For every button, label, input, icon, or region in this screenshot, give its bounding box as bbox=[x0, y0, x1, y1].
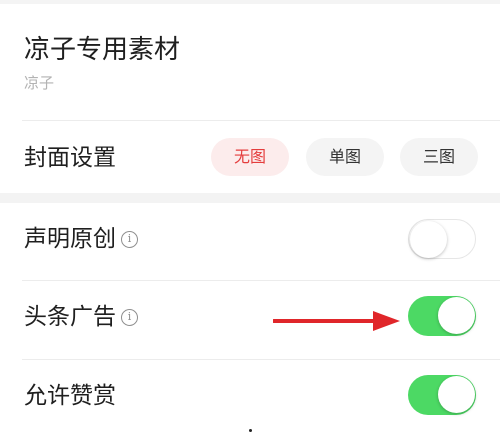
bottom-dot bbox=[249, 429, 252, 432]
setting-label-headline-ads: 头条广告 bbox=[24, 304, 116, 330]
cover-settings-label: 封面设置 bbox=[24, 145, 116, 171]
red-arrow-icon bbox=[273, 311, 400, 331]
section-gap bbox=[0, 193, 500, 203]
toggle-original[interactable] bbox=[408, 219, 476, 259]
collection-title: 凉子专用素材 bbox=[24, 35, 181, 65]
cover-option-single[interactable]: 单图 bbox=[306, 138, 384, 176]
toggle-knob bbox=[410, 220, 447, 258]
toggle-knob bbox=[438, 297, 475, 334]
setting-row-headline-ads: 头条广告 i bbox=[0, 281, 500, 359]
setting-row-allow-reward: 允许赞赏 bbox=[0, 360, 500, 438]
setting-label-original: 声明原创 bbox=[24, 226, 116, 252]
collection-header[interactable]: 凉子专用素材 凉子 bbox=[0, 4, 500, 120]
cover-option-triple[interactable]: 三图 bbox=[400, 138, 478, 176]
setting-label-allow-reward: 允许赞赏 bbox=[24, 383, 116, 409]
info-icon[interactable]: i bbox=[121, 309, 138, 326]
collection-author: 凉子 bbox=[24, 74, 55, 92]
toggle-allow-reward[interactable] bbox=[408, 375, 476, 415]
info-icon[interactable]: i bbox=[121, 231, 138, 248]
toggle-knob bbox=[438, 376, 475, 413]
setting-row-original: 声明原创 i bbox=[0, 203, 500, 281]
toggle-headline-ads[interactable] bbox=[408, 296, 476, 336]
cover-option-none[interactable]: 无图 bbox=[211, 138, 289, 176]
cover-settings-row: 封面设置 无图 单图 三图 bbox=[0, 121, 500, 193]
